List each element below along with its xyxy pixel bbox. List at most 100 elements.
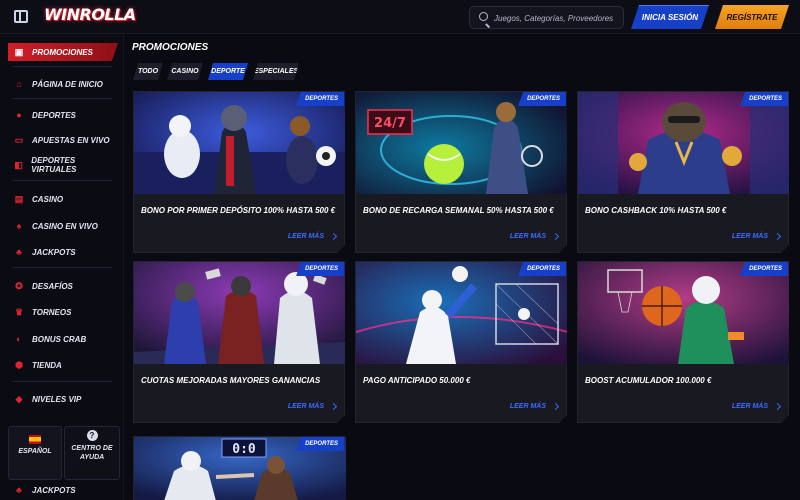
sidebar-item-niveles-vip[interactable]: ◆ NIVELES VIP <box>8 390 118 408</box>
read-more-label: LEER MÁS <box>731 403 768 410</box>
help-center-button[interactable]: ? CENTRO DE AYUDA <box>64 426 120 480</box>
page-title: PROMOCIONES <box>132 42 209 53</box>
sidebar-divider <box>12 267 112 268</box>
sidebar-item-jackpots[interactable]: ♣ JACKPOTS <box>8 243 118 261</box>
category-badge: DEPORTES <box>296 92 344 106</box>
search-box[interactable] <box>469 6 624 29</box>
category-badge: DEPORTES <box>740 262 788 276</box>
logo[interactable]: WINROLLA <box>44 5 136 24</box>
promo-card[interactable]: DEPORTES PAGO ANTICIPADO 50.000 € LEER M… <box>355 261 567 423</box>
help-icon: ? <box>86 430 98 441</box>
sidebar-item-label: CASINO <box>32 194 64 204</box>
challenge-icon: ✪ <box>15 280 23 291</box>
promo-card[interactable]: DEPORTES BONO CASHBACK 10% HASTA 500 € L… <box>577 91 789 253</box>
read-more-link[interactable]: LEER MÁS <box>288 403 336 410</box>
promo-title: PAGO ANTICIPADO 50.000 € <box>363 376 471 385</box>
spain-flag-icon <box>29 435 41 444</box>
category-badge: DEPORTES <box>740 92 788 106</box>
chevron-right-icon <box>774 233 781 240</box>
top-bar: WINROLLA INICIA SESIÓN REGÍSTRATE <box>0 0 800 34</box>
sidebar-item-desafios[interactable]: ✪ DESAFÍOS <box>8 277 118 295</box>
tab-deporte[interactable]: DEPORTE <box>208 63 248 80</box>
live-bets-icon: ▭ <box>14 134 24 145</box>
promo-title: CUOTAS MEJORADAS MAYORES GANANCIAS <box>141 376 321 385</box>
read-more-link[interactable]: LEER MÁS <box>288 233 336 240</box>
sidebar-item-label: TORNEOS <box>32 307 72 317</box>
promo-image <box>578 92 790 194</box>
sidebar-item-torneos[interactable]: ♛ TORNEOS <box>8 303 118 321</box>
promo-image <box>578 262 790 364</box>
sidebar-toggle-icon[interactable] <box>14 10 28 23</box>
sidebar-item-deportes[interactable]: ● DEPORTES <box>8 106 118 124</box>
sidebar: ▣ PROMOCIONES ⌂ PÁGINA DE INICIO ● DEPOR… <box>0 34 124 500</box>
ball-icon: ● <box>16 110 22 120</box>
chevron-right-icon <box>774 403 781 410</box>
sidebar-item-label: APUESTAS EN VIVO <box>32 135 110 145</box>
clover-icon: ♣ <box>16 485 22 495</box>
sidebar-item-label: BONUS CRAB <box>32 334 87 344</box>
sidebar-item-apuestas-en-vivo[interactable]: ▭ APUESTAS EN VIVO <box>8 131 118 149</box>
sidebar-item-label: NIVELES VIP <box>32 394 82 404</box>
sidebar-item-label: JACKPOTS <box>32 485 76 495</box>
promo-card[interactable]: 24/7 DEPORTES BONO DE RECARGA SEMANAL 50… <box>355 91 567 253</box>
register-button[interactable]: REGÍSTRATE <box>715 5 789 29</box>
category-badge: DEPORTES <box>296 437 344 451</box>
tab-especiales[interactable]: ESPECIALES <box>253 63 299 80</box>
virtual-sports-icon: ◧ <box>14 159 23 170</box>
sidebar-item-label: DESAFÍOS <box>32 281 73 291</box>
sidebar-divider <box>12 381 112 382</box>
tab-casino[interactable]: CASINO <box>167 63 203 80</box>
category-badge: DEPORTES <box>518 262 566 276</box>
category-badge: DEPORTES <box>296 262 344 276</box>
promo-card[interactable]: 0:0 DEPORTES <box>133 436 346 500</box>
read-more-label: LEER MÁS <box>731 233 768 240</box>
read-more-link[interactable]: LEER MÁS <box>510 403 558 410</box>
promo-title: BONO CASHBACK 10% HASTA 500 € <box>585 206 727 215</box>
art-scoreboard-text: 0:0 <box>232 442 256 457</box>
gift-icon: ▣ <box>14 46 24 57</box>
sidebar-item-deportes-virtuales[interactable]: ◧ DEPORTES VIRTUALES <box>8 156 118 174</box>
help-label-line-1: CENTRO DE <box>71 445 113 452</box>
category-badge: DEPORTES <box>518 92 566 106</box>
sidebar-item-label: TIENDA <box>32 360 62 370</box>
read-more-link[interactable]: LEER MÁS <box>732 403 780 410</box>
promo-image <box>134 262 346 364</box>
read-more-link[interactable]: LEER MÁS <box>732 233 780 240</box>
search-input[interactable] <box>494 10 620 26</box>
read-more-label: LEER MÁS <box>287 403 324 410</box>
sidebar-divider <box>12 180 112 181</box>
sidebar-item-label: DEPORTES <box>32 110 76 120</box>
sidebar-item-jackpots-bottom[interactable]: ♣ JACKPOTS <box>8 481 118 499</box>
sidebar-item-bonus-crab[interactable]: ◐ BONUS CRAB <box>8 330 118 348</box>
promo-card[interactable]: DEPORTES BOOST ACUMULADOR 100.000 € LEER… <box>577 261 789 423</box>
promo-card[interactable]: DEPORTES BONO POR PRIMER DEPÓSITO 100% H… <box>133 91 345 253</box>
art-sign-text: 24/7 <box>374 116 406 131</box>
read-more-label: LEER MÁS <box>509 403 546 410</box>
crab-icon: ◐ <box>16 334 22 344</box>
sidebar-item-promociones[interactable]: ▣ PROMOCIONES <box>8 43 118 61</box>
login-button[interactable]: INICIA SESIÓN <box>631 5 709 29</box>
sidebar-item-label: PÁGINA DE INICIO <box>32 79 103 89</box>
home-icon: ⌂ <box>16 79 22 89</box>
tab-todo[interactable]: TODO <box>133 63 163 80</box>
promo-title: BONO DE RECARGA SEMANAL 50% HASTA 500 € <box>363 206 554 215</box>
sidebar-item-label: DEPORTES VIRTUALES <box>31 156 77 174</box>
promo-image <box>356 262 568 364</box>
language-label: ESPAÑOL <box>18 448 52 455</box>
slot-icon: ▤ <box>14 193 24 204</box>
promo-title: BOOST ACUMULADOR 100.000 € <box>585 376 712 385</box>
sidebar-item-label: CASINO EN VIVO <box>32 221 98 231</box>
read-more-link[interactable]: LEER MÁS <box>510 233 558 240</box>
sidebar-item-tienda[interactable]: ⬢ TIENDA <box>8 356 118 374</box>
sidebar-item-casino-en-vivo[interactable]: ♠ CASINO EN VIVO <box>8 217 118 235</box>
sidebar-item-inicio[interactable]: ⌂ PÁGINA DE INICIO <box>8 75 118 93</box>
help-label-line-2: AYUDA <box>79 454 105 461</box>
promo-image <box>134 92 346 194</box>
search-icon <box>479 12 488 21</box>
sidebar-item-casino[interactable]: ▤ CASINO <box>8 190 118 208</box>
promo-card[interactable]: DEPORTES CUOTAS MEJORADAS MAYORES GANANC… <box>133 261 345 423</box>
clover-icon: ♣ <box>16 247 22 257</box>
sidebar-divider <box>12 98 112 99</box>
chevron-right-icon <box>552 233 559 240</box>
language-selector[interactable]: ESPAÑOL <box>8 426 62 480</box>
